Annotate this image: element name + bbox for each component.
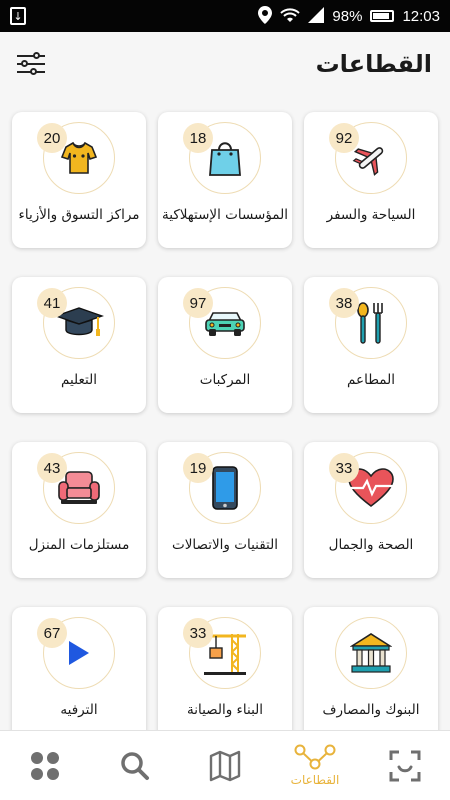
map-icon	[209, 750, 241, 781]
sector-label: مستلزمات المنزل	[28, 537, 130, 553]
sector-label: التعليم	[61, 372, 97, 388]
bottom-nav: القطاعات	[0, 730, 450, 800]
count-badge: 43	[37, 453, 67, 483]
grid-dots-icon	[31, 751, 59, 780]
sector-card-construction[interactable]: 33 البناء والصيانة	[158, 607, 292, 730]
app-header: القطاعات	[0, 32, 450, 96]
battery-icon	[370, 10, 395, 22]
count-badge: 67	[37, 618, 67, 648]
sector-label: المركبات	[199, 372, 251, 388]
signal-icon	[308, 6, 325, 26]
fork-spoon-icon	[357, 302, 383, 344]
download-icon: ↓	[10, 7, 26, 25]
count-badge: 33	[183, 618, 213, 648]
sector-card-home[interactable]: 43 مستلزمات المنزل	[12, 442, 146, 578]
count-badge: 97	[183, 288, 213, 318]
sector-label: البنوك والمصارف	[322, 702, 420, 718]
count-badge: 41	[37, 288, 67, 318]
sector-card-tech[interactable]: 19 التقنيات والاتصالات	[158, 442, 292, 578]
nav-sectors[interactable]: القطاعات	[270, 731, 360, 800]
sector-label: الترفيه	[60, 702, 98, 718]
sector-label: مراكز التسوق والأزياء	[18, 207, 140, 223]
count-badge: 18	[183, 123, 213, 153]
count-badge: 19	[183, 453, 213, 483]
sector-card-health[interactable]: 33 الصحة والجمال	[304, 442, 438, 578]
filter-sliders-icon[interactable]	[16, 49, 46, 79]
sector-label: البناء والصيانة	[186, 702, 264, 718]
sector-card-entertainment[interactable]: 67 الترفيه	[12, 607, 146, 730]
sector-card-consumer[interactable]: 18 المؤسسات الإستهلاكية	[158, 112, 292, 248]
sectors-network-icon	[294, 744, 336, 770]
page-title: القطاعات	[315, 50, 432, 78]
nav-sectors-label: القطاعات	[290, 773, 340, 787]
sector-card-travel[interactable]: 92 السياحة والسفر	[304, 112, 438, 248]
nav-search[interactable]	[90, 731, 180, 800]
sector-card-banks[interactable]: البنوك والمصارف	[304, 607, 438, 730]
clock: 12:03	[402, 7, 440, 25]
location-icon	[258, 5, 273, 27]
nav-home[interactable]	[0, 731, 90, 800]
shopping-bag-icon	[209, 142, 241, 176]
count-badge: 38	[329, 288, 359, 318]
sector-label: التقنيات والاتصالات	[172, 537, 278, 553]
nav-scan[interactable]	[360, 731, 450, 800]
sectors-grid: 92 السياحة والسفر 18 المؤسسات الإستهلاكي…	[0, 96, 450, 730]
count-badge	[329, 618, 359, 648]
nav-map[interactable]	[180, 731, 270, 800]
search-icon	[121, 751, 149, 780]
sector-card-restaurants[interactable]: 38 المطاعم	[304, 277, 438, 413]
battery-percent: 98%	[332, 7, 363, 25]
play-icon	[69, 641, 89, 665]
scan-icon	[389, 750, 421, 781]
sector-card-education[interactable]: 41 التعليم	[12, 277, 146, 413]
status-bar: ↓ 98% 12:03	[0, 0, 450, 32]
wifi-icon	[280, 7, 301, 26]
sector-label: الصحة والجمال	[328, 537, 414, 553]
sector-card-vehicles[interactable]: 97 المركبات	[158, 277, 292, 413]
sector-card-fashion[interactable]: 20 مراكز التسوق والأزياء	[12, 112, 146, 248]
sector-label: المطاعم	[347, 372, 395, 388]
count-badge: 20	[37, 123, 67, 153]
sector-label: المؤسسات الإستهلاكية	[162, 207, 288, 223]
smartphone-icon	[212, 466, 238, 510]
sector-label: السياحة والسفر	[326, 207, 416, 223]
count-badge: 92	[329, 123, 359, 153]
count-badge: 33	[329, 453, 359, 483]
